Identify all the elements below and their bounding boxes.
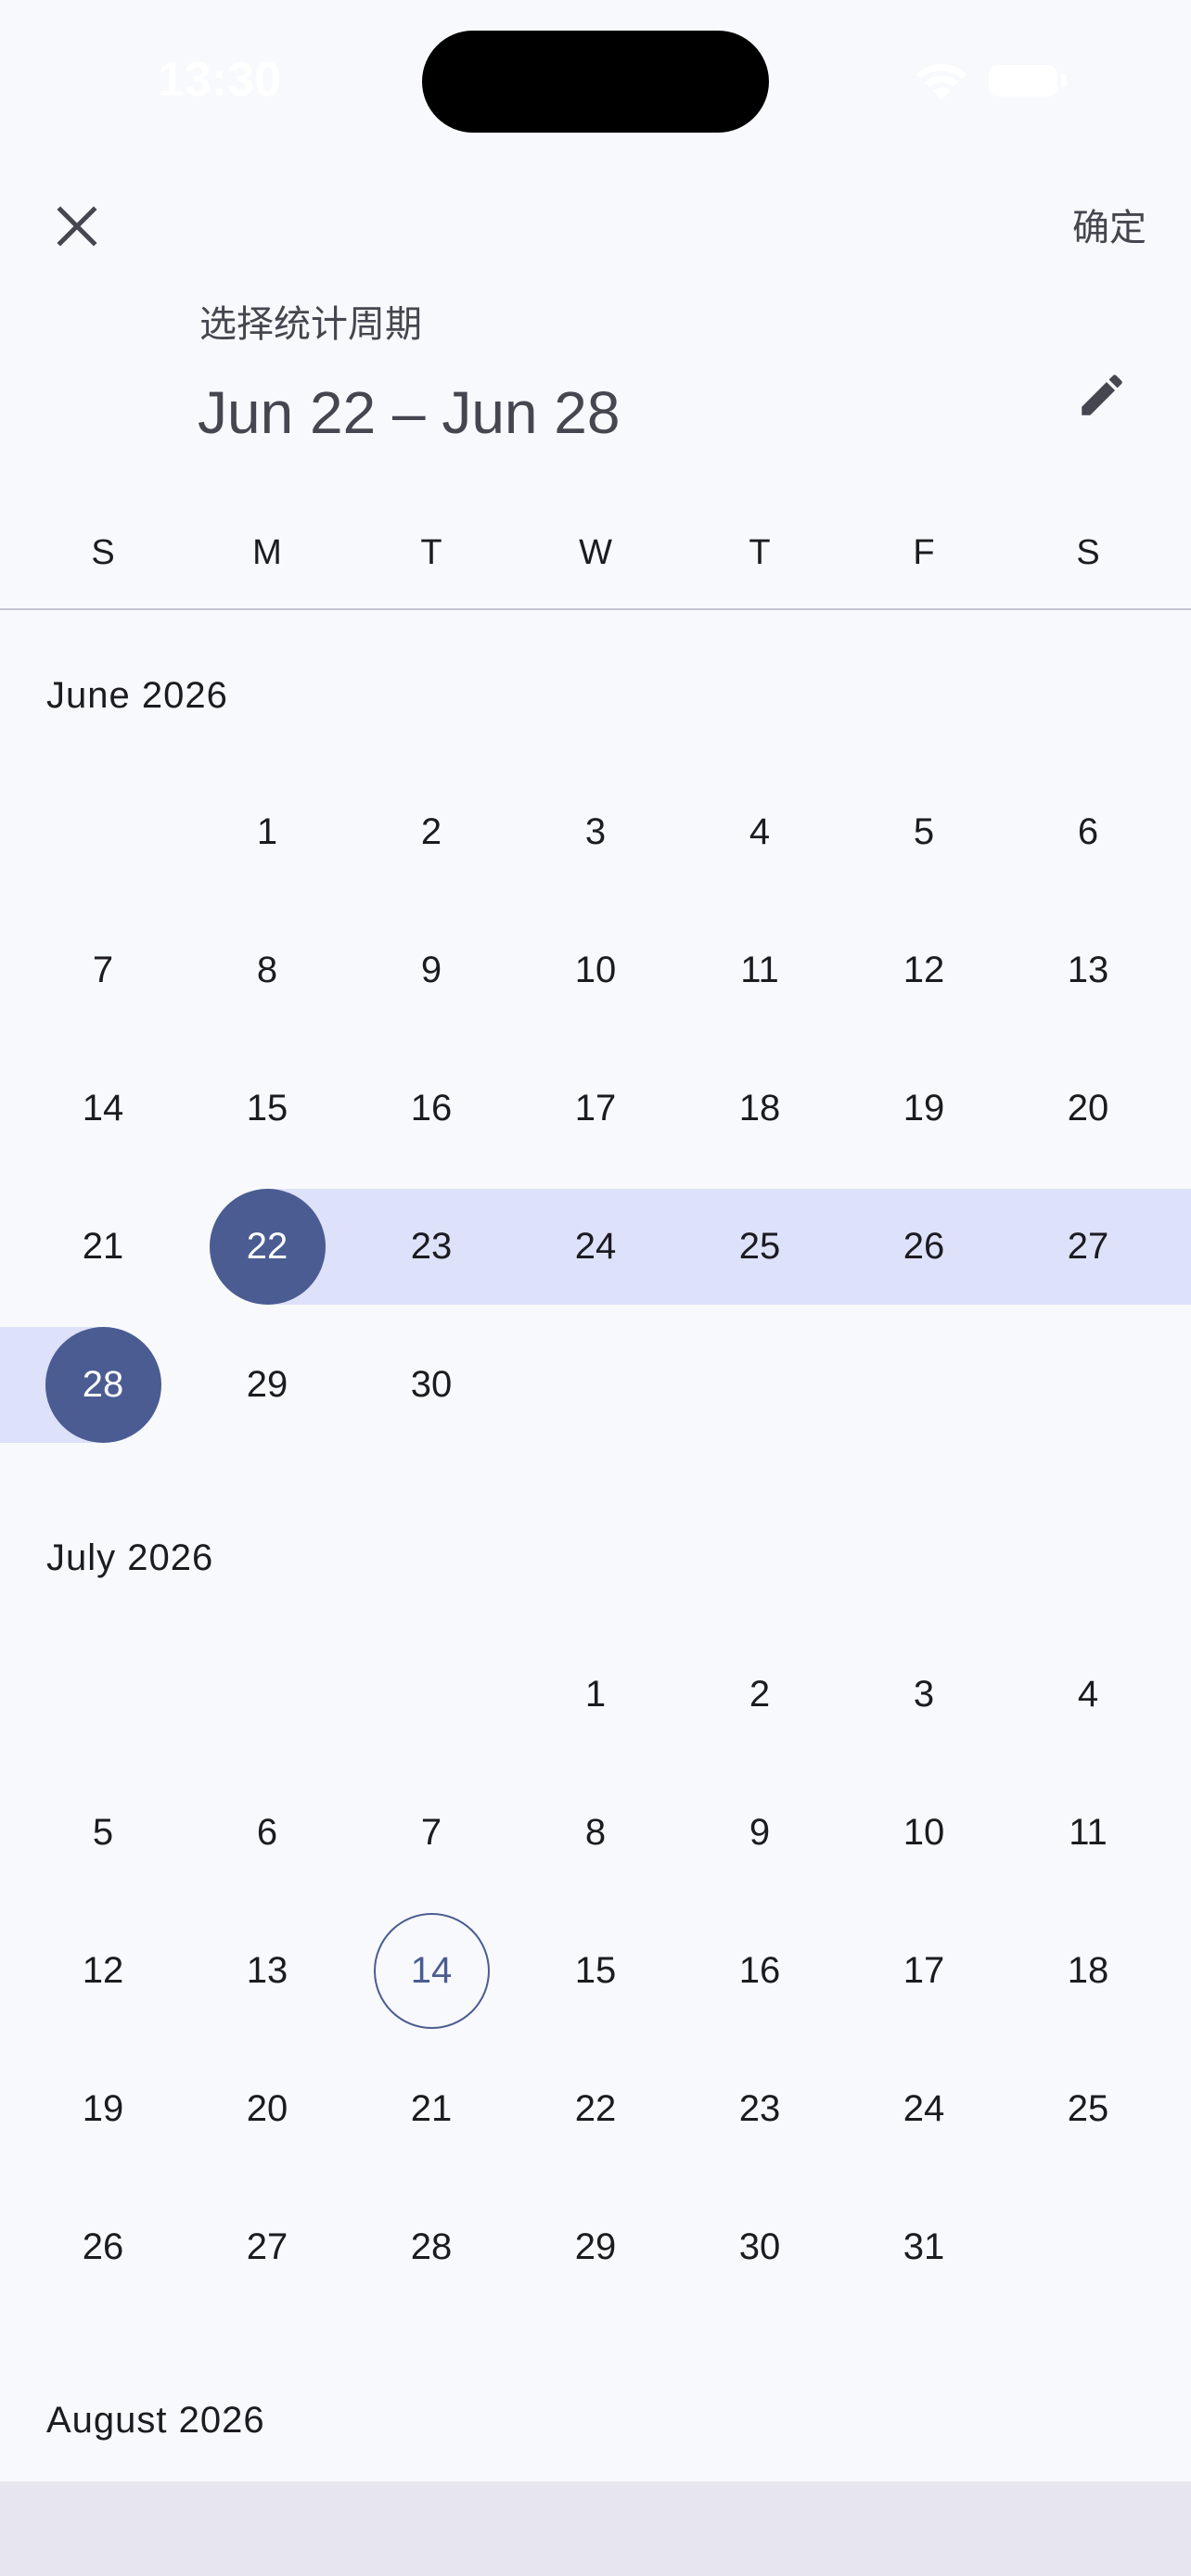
calendar-day[interactable]: 11 — [678, 912, 841, 1028]
calendar-day[interactable]: 12 — [21, 1913, 185, 2029]
calendar-day[interactable]: 30 — [350, 1327, 513, 1443]
calendar-day[interactable]: 24 — [842, 2051, 1005, 2167]
calendar-day[interactable]: 8 — [186, 912, 349, 1028]
calendar-day[interactable]: 26 — [842, 1189, 1005, 1305]
confirm-button[interactable]: 确定 — [1065, 202, 1154, 254]
calendar-day[interactable]: 5 — [842, 774, 1005, 890]
calendar-day[interactable]: 6 — [186, 1775, 349, 1891]
wifi-icon — [916, 64, 967, 100]
calendar-day[interactable]: 10 — [842, 1775, 1005, 1891]
calendar-day[interactable]: 20 — [1006, 1051, 1170, 1167]
battery-icon — [989, 65, 1057, 96]
calendar-day[interactable]: 23 — [350, 1189, 513, 1305]
weekday-label: M — [252, 533, 282, 572]
calendar-day[interactable]: 31 — [842, 2189, 1005, 2305]
battery-cap — [1061, 74, 1067, 87]
calendar-day[interactable]: 1 — [186, 774, 349, 890]
calendar-day[interactable]: 7 — [350, 1775, 513, 1891]
calendar-day[interactable]: 17 — [514, 1051, 677, 1167]
selected-range: Jun 22 – Jun 28 — [198, 379, 621, 446]
calendar-day[interactable]: 15 — [514, 1913, 677, 2029]
calendar-day[interactable]: 29 — [514, 2189, 677, 2305]
calendar-day[interactable]: 18 — [678, 1051, 841, 1167]
calendar-day[interactable]: 5 — [21, 1775, 185, 1891]
status-time: 13:30 — [158, 53, 281, 107]
edit-button[interactable] — [1065, 358, 1139, 432]
status-bar: 13:30 — [0, 0, 1191, 162]
calendar-day[interactable]: 12 — [842, 912, 1005, 1028]
calendar-day[interactable]: 4 — [1006, 1637, 1170, 1753]
calendar-day[interactable]: 21 — [350, 2051, 513, 2167]
month-label: July 2026 — [46, 1537, 214, 1578]
close-button[interactable] — [42, 191, 112, 261]
status-icons — [913, 57, 1080, 104]
calendar-day[interactable]: 25 — [1006, 2051, 1170, 2167]
calendar-day[interactable]: 2 — [678, 1637, 841, 1753]
calendar-day[interactable]: 3 — [514, 774, 677, 890]
calendar-day[interactable]: 9 — [678, 1775, 841, 1891]
calendar-day[interactable]: 27 — [1006, 1189, 1170, 1305]
calendar-day[interactable]: 30 — [678, 2189, 841, 2305]
calendar-day[interactable]: 28 — [350, 2189, 513, 2305]
calendar-day-selected[interactable]: 28 — [21, 1327, 185, 1443]
calendar-day[interactable]: 1 — [514, 1637, 677, 1753]
calendar-day[interactable]: 2 — [350, 774, 513, 890]
help-text: 选择统计周期 — [199, 304, 422, 345]
month-label: August 2026 — [46, 2400, 265, 2441]
calendar-day[interactable]: 20 — [186, 2051, 349, 2167]
calendar-day[interactable]: 24 — [514, 1189, 677, 1305]
calendar-day[interactable]: 19 — [842, 1051, 1005, 1167]
calendar-day[interactable]: 17 — [842, 1913, 1005, 2029]
calendar-day[interactable]: 16 — [350, 1051, 513, 1167]
weekday-label: T — [420, 533, 442, 572]
calendar-day[interactable]: 19 — [21, 2051, 185, 2167]
month-label: June 2026 — [46, 675, 228, 716]
calendar-day[interactable]: 22 — [514, 2051, 677, 2167]
calendar-day[interactable]: 3 — [842, 1637, 1005, 1753]
weekday-label: F — [913, 533, 935, 572]
calendar-day[interactable]: 23 — [678, 2051, 841, 2167]
calendar-day[interactable]: 14 — [21, 1051, 185, 1167]
weekday-label: S — [1076, 533, 1100, 572]
calendar-day-today[interactable]: 14 — [350, 1913, 513, 2029]
weekday-label: W — [579, 533, 612, 572]
calendar-day[interactable]: 21 — [21, 1189, 185, 1305]
calendar-day[interactable]: 16 — [678, 1913, 841, 2029]
calendar-day[interactable]: 8 — [514, 1775, 677, 1891]
close-icon — [57, 206, 97, 247]
calendar-day[interactable]: 7 — [21, 912, 185, 1028]
calendar-day[interactable]: 26 — [21, 2189, 185, 2305]
pencil-icon — [1082, 375, 1122, 415]
calendar-day-selected[interactable]: 22 — [186, 1189, 349, 1305]
header-divider — [0, 608, 1191, 610]
calendar-day[interactable]: 25 — [678, 1189, 841, 1305]
bottom-bar — [0, 2481, 1191, 2576]
weekday-header: S M T W T F S — [0, 519, 1191, 586]
calendar-day[interactable]: 4 — [678, 774, 841, 890]
calendar-day[interactable]: 15 — [186, 1051, 349, 1167]
calendar-day[interactable]: 27 — [186, 2189, 349, 2305]
calendar-day[interactable]: 9 — [350, 912, 513, 1028]
dynamic-island — [422, 31, 769, 133]
calendar-day[interactable]: 29 — [186, 1327, 349, 1443]
calendar-day[interactable]: 10 — [514, 912, 677, 1028]
weekday-label: S — [91, 533, 115, 572]
calendar-day[interactable]: 11 — [1006, 1775, 1170, 1891]
weekday-label: T — [749, 533, 771, 572]
calendar-day[interactable]: 13 — [186, 1913, 349, 2029]
calendar-day[interactable]: 13 — [1006, 912, 1170, 1028]
calendar-day[interactable]: 6 — [1006, 774, 1170, 890]
calendar-day[interactable]: 18 — [1006, 1913, 1170, 2029]
